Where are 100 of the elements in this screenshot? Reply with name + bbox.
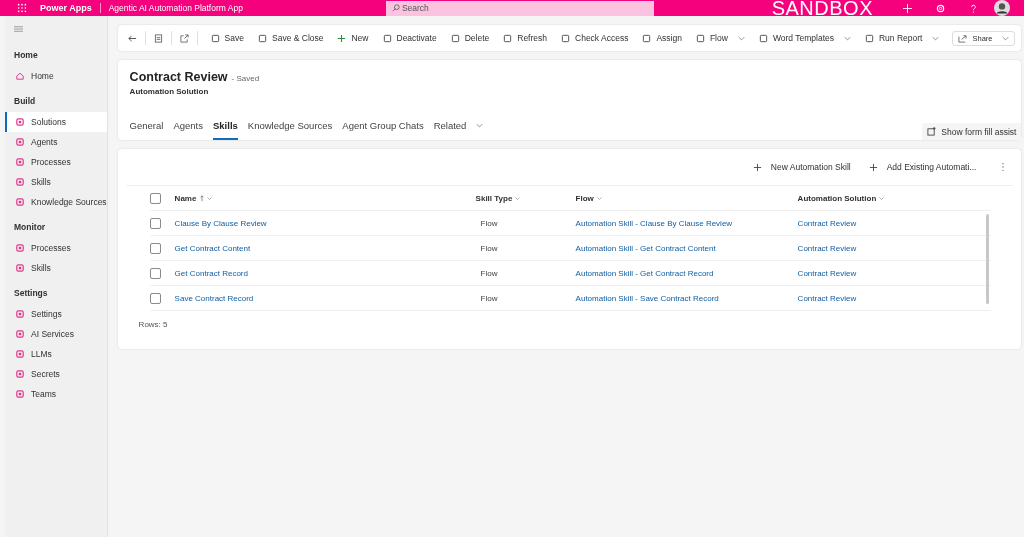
record-title: Contract Review — [129, 70, 228, 84]
share-icon — [958, 33, 968, 43]
sidebar-item[interactable]: AI Services — [5, 324, 107, 344]
section-title: Monitor — [13, 221, 47, 234]
table-cell[interactable]: Automation Skill - Clause By Clause Review — [575, 218, 798, 228]
table-cell[interactable]: Clause By Clause Review — [174, 218, 476, 228]
plus-icon — [868, 162, 878, 172]
sidebar-item[interactable]: LLMs — [5, 344, 107, 364]
square-icon — [16, 198, 24, 206]
grid-action-button[interactable]: New Automation Skill — [747, 162, 856, 172]
table-cell[interactable]: Save Contract Record — [174, 293, 476, 303]
toolbar-button[interactable]: Deactivate — [377, 33, 442, 43]
table-cell[interactable]: Contract Review — [797, 243, 948, 253]
form-tab[interactable]: Agent Group Chats — [342, 118, 424, 140]
toolbar-button[interactable]: Flow — [690, 33, 750, 43]
table-cell-text: Flow — [479, 268, 499, 278]
select-all-checkbox[interactable] — [149, 192, 161, 204]
form-tab[interactable]: General — [129, 118, 164, 140]
form-tab[interactable]: Knowledge Sources — [247, 118, 333, 140]
toolbar-button[interactable]: Run Report — [860, 33, 945, 43]
toolbar-button[interactable]: New — [332, 33, 374, 43]
toolbar-button[interactable]: Check Access — [556, 33, 634, 43]
sidebar-item[interactable]: Processes — [5, 152, 107, 172]
column-header[interactable]: Skill Type — [475, 193, 513, 203]
sidebar-item[interactable]: Settings — [5, 304, 107, 324]
plus-icon[interactable] — [903, 3, 912, 13]
row-checkbox[interactable] — [149, 217, 161, 229]
search-box[interactable]: Search — [385, 0, 654, 16]
app-name[interactable]: Power Apps — [40, 3, 92, 13]
open-window-icon[interactable] — [179, 33, 189, 43]
avatar-icon[interactable] — [994, 0, 1010, 16]
table-cell[interactable]: Get Contract Record — [174, 268, 476, 278]
help-icon[interactable] — [969, 3, 978, 13]
square-icon — [16, 158, 24, 166]
form-tab[interactable]: Skills — [213, 118, 238, 140]
section-title: Home — [13, 49, 39, 62]
sidebar-item[interactable]: Home — [5, 66, 107, 86]
caret-icon — [207, 196, 213, 200]
form-icon[interactable] — [153, 33, 163, 43]
table-cell[interactable]: Automation Skill - Save Contract Record — [575, 293, 798, 303]
entity-name: Automation Solution — [129, 87, 210, 96]
sidebar-item[interactable]: Processes — [5, 238, 107, 258]
column-header[interactable]: Name — [174, 193, 197, 203]
row-checkbox[interactable] — [149, 267, 161, 279]
table-cell[interactable]: Contract Review — [797, 218, 948, 228]
caret-icon — [596, 196, 602, 200]
sidebar-item[interactable]: Agents — [5, 132, 107, 152]
toolbar-button[interactable]: Assign — [637, 33, 687, 43]
plus-icon — [752, 162, 762, 172]
form-tab[interactable]: Related — [433, 118, 484, 140]
square-icon — [16, 178, 24, 186]
sidebar-item[interactable]: Teams — [5, 384, 107, 404]
section-title: Build — [13, 95, 37, 108]
save-status: - Saved — [231, 74, 260, 83]
environment-label: SANDBOX — [771, 0, 873, 20]
app-launcher-icon[interactable] — [17, 3, 27, 13]
row-checkbox[interactable] — [149, 292, 161, 304]
sort-up-arrow-icon — [200, 194, 205, 202]
settings-icon[interactable] — [936, 3, 945, 13]
toolbar-button[interactable]: Save & Close — [253, 33, 329, 43]
form-tab[interactable]: Agents — [173, 118, 203, 140]
caret-icon — [844, 35, 851, 41]
table-cell-text: Flow — [479, 243, 499, 253]
square-icon — [16, 138, 24, 146]
column-header[interactable]: Automation Solution — [797, 193, 877, 203]
table-cell[interactable]: Automation Skill - Get Contract Content — [575, 243, 798, 253]
square-icon — [16, 310, 24, 318]
caret-icon — [737, 35, 745, 41]
square-icon — [16, 330, 24, 338]
table-cell[interactable]: Contract Review — [797, 293, 948, 303]
app-title: Agentic AI Automation Platform App — [108, 3, 243, 13]
form-fill-assist-button[interactable]: Show form fill assist — [922, 123, 1022, 140]
row-count: Rows: 5 — [137, 319, 169, 329]
more-icon[interactable] — [1001, 162, 1006, 172]
sidebar-item[interactable]: Skills — [5, 172, 107, 192]
toolbar-button[interactable]: Refresh — [498, 33, 552, 43]
toolbar-button[interactable]: Save — [205, 33, 249, 43]
sidebar-item[interactable]: Skills — [5, 258, 107, 278]
table-cell-text: Flow — [479, 293, 499, 303]
square-icon — [16, 390, 24, 398]
sidebar-item[interactable]: Knowledge Sources — [5, 192, 107, 212]
column-header[interactable]: Flow — [575, 193, 594, 203]
row-checkbox[interactable] — [149, 242, 161, 254]
square-icon — [16, 118, 24, 126]
toolbar-button[interactable]: Delete — [445, 33, 495, 43]
back-arrow-icon[interactable] — [127, 33, 137, 43]
caret-icon — [1002, 35, 1010, 41]
search-field[interactable]: Search — [399, 3, 604, 13]
square-icon — [16, 350, 24, 358]
table-cell[interactable]: Contract Review — [797, 268, 948, 278]
scrollbar[interactable] — [986, 214, 990, 304]
table-cell[interactable]: Get Contract Content — [174, 243, 476, 253]
grid-action-button[interactable]: Add Existing Automati... — [863, 162, 982, 172]
sidebar-item[interactable]: Secrets — [5, 364, 107, 384]
caret-icon — [932, 35, 940, 41]
plus-icon — [337, 33, 347, 43]
sidebar-item[interactable]: Solutions — [5, 112, 107, 132]
table-cell[interactable]: Automation Skill - Get Contract Record — [575, 268, 798, 278]
caret-icon — [515, 196, 521, 200]
toolbar-button[interactable]: Word Templates — [753, 33, 856, 43]
